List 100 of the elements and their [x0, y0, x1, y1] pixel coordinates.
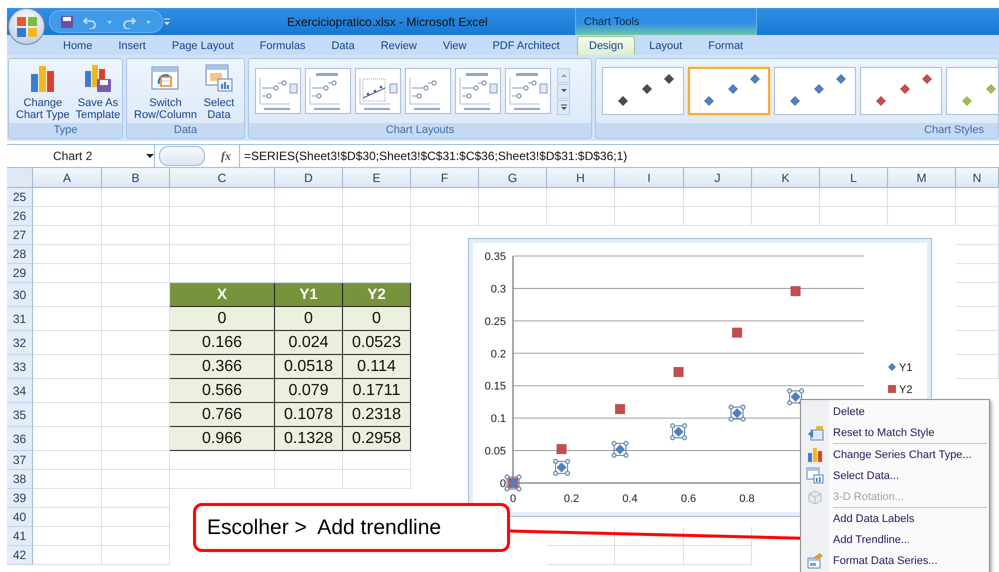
chart-layout-option[interactable]: [505, 68, 551, 114]
sheet-cell[interactable]: [33, 546, 102, 565]
formula-field[interactable]: =SERIES(Sheet3!$D$30;Sheet3!$C$31:$C$36;Sheet3!$D$31:$D$36;1): [239, 145, 628, 167]
formula-bar-splitter[interactable]: [159, 146, 205, 166]
sheet-cell[interactable]: [102, 207, 170, 226]
row-header[interactable]: 40: [7, 508, 33, 527]
sheet-cell[interactable]: [33, 331, 102, 355]
data-point[interactable]: [787, 388, 804, 406]
data-point[interactable]: [790, 286, 801, 296]
chart-layout-option[interactable]: [455, 68, 501, 114]
sheet-cell[interactable]: [343, 245, 411, 264]
sheet-cell[interactable]: [343, 470, 411, 489]
sheet-cell[interactable]: [33, 283, 102, 307]
ribbon-tab[interactable]: Page Layout: [160, 36, 246, 55]
row-header[interactable]: 34: [7, 379, 33, 403]
data-point[interactable]: [728, 404, 746, 422]
sheet-cell[interactable]: [547, 207, 615, 226]
column-header[interactable]: I: [615, 168, 684, 188]
sheet-cell[interactable]: [275, 264, 343, 283]
sheet-cell[interactable]: [170, 207, 275, 226]
column-header[interactable]: D: [275, 168, 343, 188]
sheet-cell[interactable]: [752, 188, 820, 207]
sheet-cell[interactable]: [547, 188, 615, 207]
sheet-cell[interactable]: [102, 527, 170, 546]
sheet-cell[interactable]: [102, 264, 170, 283]
sheet-cell[interactable]: [33, 403, 102, 427]
sheet-cell[interactable]: [102, 470, 170, 489]
ribbon-button[interactable]: Switch Row/Column: [133, 60, 198, 122]
data-point[interactable]: [674, 367, 684, 378]
chart-style-option[interactable]: [688, 67, 770, 115]
ribbon-button[interactable]: Select Data: [202, 60, 236, 122]
sheet-cell[interactable]: [275, 245, 343, 264]
column-header[interactable]: N: [956, 168, 999, 188]
sheet-cell[interactable]: [956, 264, 999, 283]
sheet-cell[interactable]: [33, 527, 102, 546]
sheet-cell[interactable]: [33, 427, 102, 451]
chart-layout-option[interactable]: [255, 68, 301, 114]
gallery-scroll-down[interactable]: [557, 84, 570, 98]
ribbon-tab[interactable]: Formulas: [248, 36, 318, 55]
menu-item[interactable]: Add Trendline...: [801, 529, 989, 550]
row-header[interactable]: 28: [7, 245, 33, 264]
sheet-cell[interactable]: [275, 226, 343, 245]
sheet-cell[interactable]: [343, 207, 411, 226]
sheet-cell[interactable]: [170, 470, 275, 489]
sheet-cell[interactable]: [33, 470, 102, 489]
chart-style-option[interactable]: [602, 67, 684, 115]
sheet-cell[interactable]: [102, 355, 170, 379]
sheet-cell[interactable]: [888, 188, 956, 207]
sheet-cell[interactable]: [343, 264, 411, 283]
sheet-cell[interactable]: [102, 226, 170, 245]
column-header[interactable]: A: [33, 168, 102, 188]
sheet-cell[interactable]: [956, 331, 999, 355]
row-header[interactable]: 30: [7, 283, 33, 307]
data-point[interactable]: [670, 423, 688, 440]
row-header[interactable]: 33: [7, 355, 33, 379]
sheet-cell[interactable]: [479, 207, 547, 226]
sheet-cell[interactable]: [752, 207, 820, 226]
data-point[interactable]: [612, 440, 629, 458]
chart-style-option[interactable]: [774, 67, 856, 115]
ribbon-tab[interactable]: Review: [368, 36, 429, 55]
menu-item[interactable]: Format Data Series...: [801, 550, 989, 571]
ribbon-tab[interactable]: Format: [696, 36, 756, 55]
sheet-cell[interactable]: [956, 226, 999, 245]
sheet-cell[interactable]: [275, 470, 343, 489]
gallery-more-button[interactable]: [557, 100, 570, 114]
sheet-cell[interactable]: [33, 355, 102, 379]
column-header[interactable]: J: [684, 168, 752, 188]
ribbon-tab[interactable]: Layout: [637, 36, 694, 55]
column-header[interactable]: F: [411, 168, 479, 188]
sheet-cell[interactable]: [615, 188, 684, 207]
column-header[interactable]: K: [752, 168, 820, 188]
row-header[interactable]: 36: [7, 427, 33, 451]
row-header[interactable]: 37: [7, 451, 33, 470]
sheet-cell[interactable]: [956, 307, 999, 331]
row-header[interactable]: 41: [7, 527, 33, 546]
sheet-cell[interactable]: [888, 207, 956, 226]
column-header[interactable]: B: [102, 168, 170, 188]
sheet-cell[interactable]: [170, 245, 275, 264]
sheet-cell[interactable]: [33, 264, 102, 283]
chart-layout-option[interactable]: [355, 68, 401, 114]
row-header[interactable]: 25: [7, 188, 33, 207]
sheet-cell[interactable]: [615, 546, 684, 565]
sheet-cell[interactable]: [102, 331, 170, 355]
row-header[interactable]: 32: [7, 331, 33, 355]
row-header[interactable]: 26: [7, 207, 33, 226]
sheet-cell[interactable]: [102, 403, 170, 427]
ribbon-tab[interactable]: PDF Architect: [480, 36, 572, 55]
sheet-cell[interactable]: [102, 489, 170, 508]
data-point[interactable]: [553, 458, 570, 476]
sheet-cell[interactable]: [275, 451, 343, 470]
data-point[interactable]: [556, 444, 567, 454]
ribbon-tab[interactable]: Design: [577, 36, 636, 55]
sheet-cell[interactable]: [170, 451, 275, 470]
select-all-corner[interactable]: [7, 168, 33, 188]
sheet-cell[interactable]: [170, 188, 275, 207]
ribbon-button[interactable]: Save As Template: [74, 60, 122, 122]
chart-layout-option[interactable]: [405, 68, 451, 114]
data-point[interactable]: [732, 328, 742, 338]
sheet-cell[interactable]: [343, 226, 411, 245]
sheet-cell[interactable]: [275, 188, 343, 207]
